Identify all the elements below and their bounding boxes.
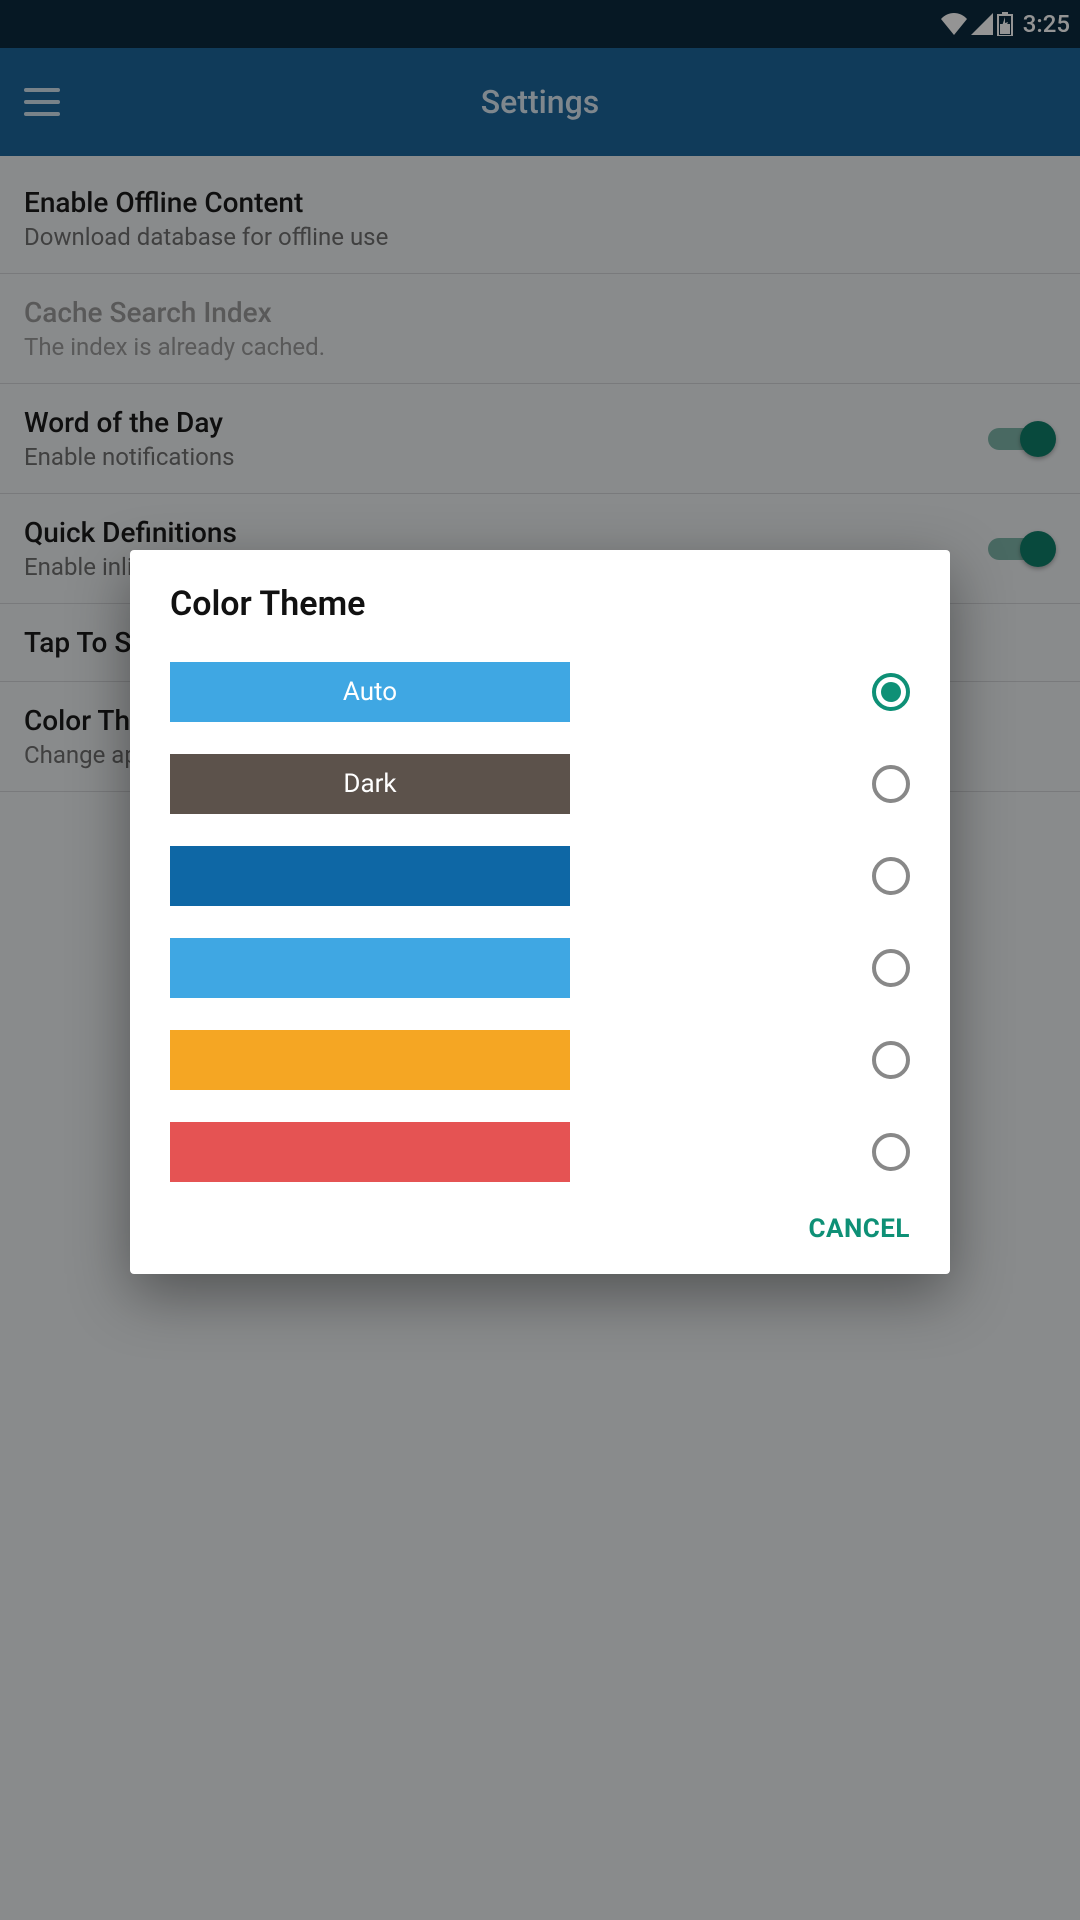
- theme-swatch: [170, 938, 570, 998]
- theme-radio[interactable]: [872, 1133, 910, 1171]
- theme-swatch: Auto: [170, 662, 570, 722]
- theme-radio[interactable]: [872, 673, 910, 711]
- theme-option-3[interactable]: [170, 922, 910, 1014]
- dialog-overlay[interactable]: Color Theme Auto Dark CANCEL: [0, 0, 1080, 1920]
- theme-option-5[interactable]: [170, 1106, 910, 1198]
- theme-radio[interactable]: [872, 949, 910, 987]
- theme-radio[interactable]: [872, 1041, 910, 1079]
- cancel-button[interactable]: CANCEL: [808, 1214, 910, 1244]
- theme-swatch: [170, 1122, 570, 1182]
- theme-option-2[interactable]: [170, 830, 910, 922]
- theme-swatch: [170, 1030, 570, 1090]
- color-theme-dialog: Color Theme Auto Dark CANCEL: [130, 550, 950, 1274]
- theme-option-4[interactable]: [170, 1014, 910, 1106]
- theme-swatch: [170, 846, 570, 906]
- theme-swatch: Dark: [170, 754, 570, 814]
- theme-radio[interactable]: [872, 857, 910, 895]
- theme-option-1[interactable]: Dark: [170, 738, 910, 830]
- theme-radio[interactable]: [872, 765, 910, 803]
- theme-option-0[interactable]: Auto: [170, 646, 910, 738]
- dialog-title: Color Theme: [130, 584, 950, 636]
- theme-options: Auto Dark: [130, 636, 950, 1198]
